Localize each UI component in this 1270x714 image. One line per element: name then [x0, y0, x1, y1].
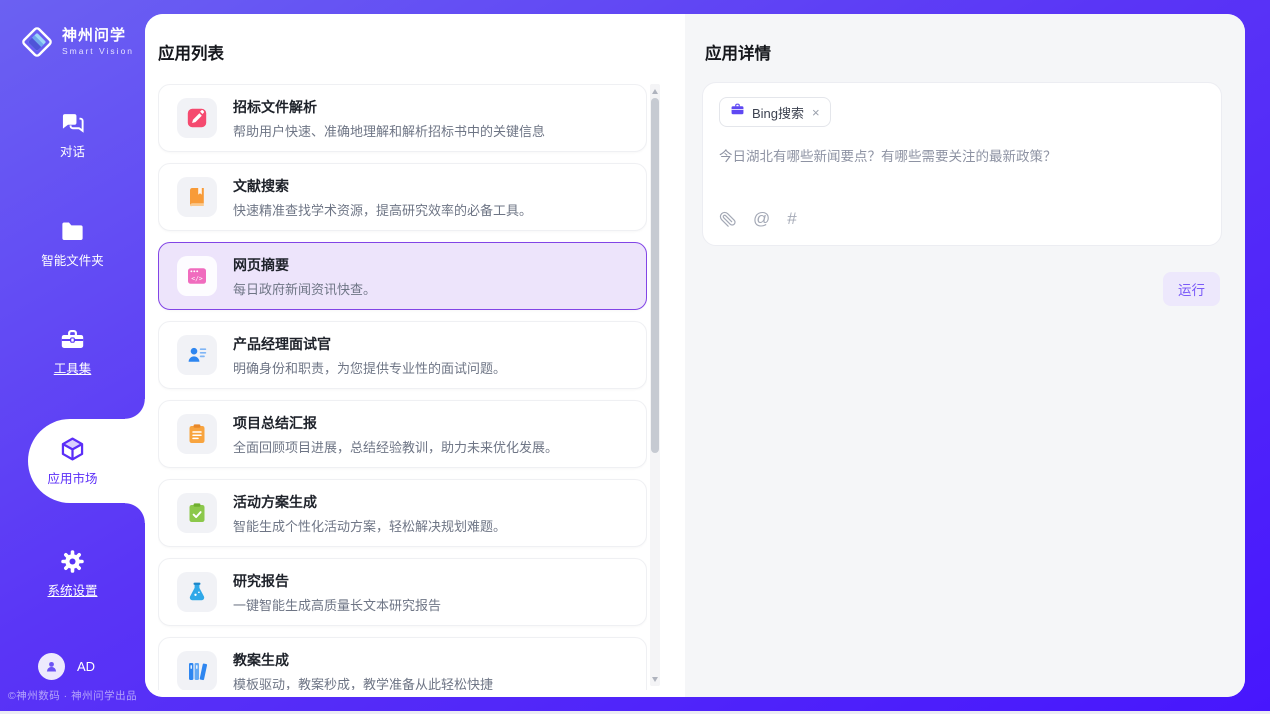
app-card-texts: 项目总结汇报全面回顾项目进展，总结经验教训，助力未来优化发展。 — [233, 413, 558, 456]
app-card-产品经理面试官[interactable]: 产品经理面试官明确身份和职责，为您提供专业性的面试问题。 — [158, 321, 647, 389]
user-name: AD — [77, 659, 95, 674]
sidebar-nav: 对话智能文件夹工具集应用市场系统设置 — [0, 66, 145, 601]
app-description: 一键智能生成高质量长文本研究报告 — [233, 595, 441, 614]
briefcase-icon — [730, 102, 745, 122]
app-card-texts: 研究报告一键智能生成高质量长文本研究报告 — [233, 571, 441, 614]
folder-icon — [59, 218, 86, 245]
sidebar-footer-credit: ©神州数码 · 神州问学出品 — [8, 688, 143, 703]
sidebar-item-label: 应用市场 — [47, 468, 97, 487]
sidebar-item-应用市场[interactable]: 应用市场 — [0, 419, 145, 503]
list-scrollbar[interactable] — [650, 84, 660, 686]
app-detail-title: 应用详情 — [705, 40, 771, 64]
app-description: 快速精准查找学术资源，提高研究效率的必备工具。 — [233, 200, 532, 219]
app-list-panel: 应用列表 招标文件解析帮助用户快速、准确地理解和解析招标书中的关键信息文献搜索快… — [145, 14, 685, 697]
paperclip-icon[interactable] — [719, 211, 736, 228]
query-input[interactable]: 今日湖北有哪些新闻要点？有哪些需要关注的最新政策？ — [719, 145, 1205, 209]
main-content: 应用列表 招标文件解析帮助用户快速、准确地理解和解析招标书中的关键信息文献搜索快… — [145, 14, 1245, 697]
app-detail-panel: 应用详情 Bing搜索 × 今日湖北有哪些新闻要点？有哪些需要关注的最新政策？ … — [685, 14, 1245, 697]
app-name: 文献搜索 — [233, 176, 532, 196]
gear-icon — [59, 548, 86, 575]
app-card-教案生成[interactable]: 教案生成模板驱动，教案秒成，教学准备从此轻松快捷 — [158, 637, 647, 690]
app-name: 项目总结汇报 — [233, 413, 558, 433]
app-name: 教案生成 — [233, 650, 493, 670]
user-account[interactable]: AD — [38, 653, 95, 680]
tool-tag-bing-search[interactable]: Bing搜索 × — [719, 97, 831, 127]
sidebar-item-label: 系统设置 — [47, 580, 97, 599]
summary-note-icon — [177, 414, 217, 454]
app-card-研究报告[interactable]: 研究报告一键智能生成高质量长文本研究报告 — [158, 558, 647, 626]
composer-toolbar: @# — [719, 209, 1205, 231]
user-avatar-icon — [38, 653, 65, 680]
app-card-文献搜索[interactable]: 文献搜索快速精准查找学术资源，提高研究效率的必备工具。 — [158, 163, 647, 231]
active-nav-bubble — [28, 419, 145, 503]
clipboard-check-icon — [177, 493, 217, 533]
app-name: 产品经理面试官 — [233, 334, 506, 354]
sidebar-item-对话[interactable]: 对话 — [0, 106, 145, 162]
scrollbar-thumb[interactable] — [651, 98, 659, 453]
sidebar-item-系统设置[interactable]: 系统设置 — [0, 545, 145, 601]
app-description: 模板驱动，教案秒成，教学准备从此轻松快捷 — [233, 674, 493, 691]
books-icon — [177, 651, 217, 690]
research-flask-icon — [177, 572, 217, 612]
sidebar-item-label: 工具集 — [54, 358, 92, 377]
app-description: 明确身份和职责，为您提供专业性的面试问题。 — [233, 358, 506, 377]
svg-text:</>: </> — [191, 275, 203, 283]
sidebar-item-label: 对话 — [60, 141, 85, 160]
app-name: 活动方案生成 — [233, 492, 506, 512]
scroll-down-icon[interactable] — [650, 674, 660, 684]
app-card-活动方案生成[interactable]: 活动方案生成智能生成个性化活动方案，轻松解决规划难题。 — [158, 479, 647, 547]
app-description: 帮助用户快速、准确地理解和解析招标书中的关键信息 — [233, 121, 545, 140]
brand-name: 神州问学 — [62, 28, 134, 45]
brand-logo: 神州问学 Smart Vision — [0, 0, 145, 66]
app-list: 招标文件解析帮助用户快速、准确地理解和解析招标书中的关键信息文献搜索快速精准查找… — [158, 84, 647, 690]
book-icon — [177, 177, 217, 217]
cube-icon — [59, 436, 86, 463]
sidebar: 神州问学 Smart Vision 对话智能文件夹工具集应用市场系统设置 AD … — [0, 0, 145, 714]
sidebar-item-智能文件夹[interactable]: 智能文件夹 — [0, 215, 145, 271]
brand-subtitle: Smart Vision — [62, 47, 134, 56]
app-name: 研究报告 — [233, 571, 441, 591]
app-description: 每日政府新闻资讯快查。 — [233, 279, 376, 298]
app-description: 全面回顾项目进展，总结经验教训，助力未来优化发展。 — [233, 437, 558, 456]
chat-icon — [59, 109, 86, 136]
app-name: 网页摘要 — [233, 255, 376, 275]
app-card-网页摘要[interactable]: </> 网页摘要每日政府新闻资讯快查。 — [158, 242, 647, 310]
sidebar-item-label: 智能文件夹 — [41, 250, 104, 269]
sidebar-item-工具集[interactable]: 工具集 — [0, 323, 145, 379]
query-composer-card: Bing搜索 × 今日湖北有哪些新闻要点？有哪些需要关注的最新政策？ @# — [702, 82, 1222, 246]
brand-diamond-icon — [20, 25, 54, 59]
tag-close-icon[interactable]: × — [812, 106, 820, 119]
app-name: 招标文件解析 — [233, 97, 545, 117]
scroll-up-icon[interactable] — [650, 86, 660, 96]
app-card-texts: 教案生成模板驱动，教案秒成，教学准备从此轻松快捷 — [233, 650, 493, 691]
app-card-项目总结汇报[interactable]: 项目总结汇报全面回顾项目进展，总结经验教训，助力未来优化发展。 — [158, 400, 647, 468]
hash-icon[interactable]: # — [787, 209, 796, 229]
app-list-title: 应用列表 — [158, 40, 224, 64]
app-card-texts: 招标文件解析帮助用户快速、准确地理解和解析招标书中的关键信息 — [233, 97, 545, 140]
at-icon[interactable]: @ — [753, 209, 770, 229]
app-card-texts: 文献搜索快速精准查找学术资源，提高研究效率的必备工具。 — [233, 176, 532, 219]
app-card-texts: 活动方案生成智能生成个性化活动方案，轻松解决规划难题。 — [233, 492, 506, 535]
interviewer-icon — [177, 335, 217, 375]
tool-tag-label: Bing搜索 — [752, 103, 804, 122]
app-card-texts: 网页摘要每日政府新闻资讯快查。 — [233, 255, 376, 298]
app-card-texts: 产品经理面试官明确身份和职责，为您提供专业性的面试问题。 — [233, 334, 506, 377]
edit-doc-icon — [177, 98, 217, 138]
toolbox-icon — [59, 326, 86, 353]
app-card-招标文件解析[interactable]: 招标文件解析帮助用户快速、准确地理解和解析招标书中的关键信息 — [158, 84, 647, 152]
run-button[interactable]: 运行 — [1163, 272, 1220, 306]
app-description: 智能生成个性化活动方案，轻松解决规划难题。 — [233, 516, 506, 535]
browser-code-icon: </> — [177, 256, 217, 296]
